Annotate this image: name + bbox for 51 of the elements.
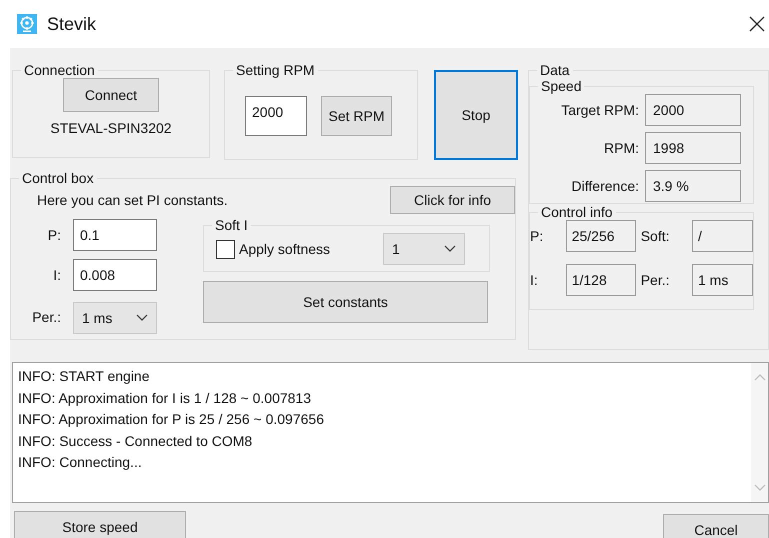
log-line: INFO: Approximation for I is 1 / 128 ~ 0.007813 <box>18 388 312 408</box>
set-rpm-button[interactable]: Set RPM <box>321 96 392 136</box>
group-title: Control box <box>21 170 95 186</box>
readout-value: 25/256 <box>566 220 636 252</box>
group-title: Connection <box>23 62 96 78</box>
readout-value: 1 ms <box>692 264 753 296</box>
field-label: I: <box>52 267 62 283</box>
field-label: Per.: <box>31 308 62 324</box>
input-field[interactable]: 0.1 <box>73 219 157 251</box>
connect-button[interactable]: Connect <box>63 78 159 112</box>
readout-label: Per.: <box>640 272 671 288</box>
group-title: Setting RPM <box>235 62 316 78</box>
readout-value: 3.9 % <box>645 170 741 202</box>
readout-label: I: <box>530 272 539 288</box>
dialog-button[interactable]: Store speed <box>14 511 186 538</box>
apply-softness-checkbox[interactable]: Apply softness <box>216 240 330 258</box>
group-title: Soft I <box>214 217 249 233</box>
chevron-down-icon <box>444 245 456 253</box>
set-constants-button[interactable]: Set constants <box>203 281 488 323</box>
scroll-down-icon[interactable] <box>754 484 766 492</box>
group-title: Data <box>539 62 571 78</box>
window-title: Stevik <box>47 14 98 34</box>
close-icon[interactable] <box>749 16 765 32</box>
readout-value: / <box>692 220 753 252</box>
field-label: P: <box>46 227 62 243</box>
readout-value: 2000 <box>645 94 741 126</box>
readout-label: Difference: <box>572 178 639 194</box>
info-button[interactable]: Click for info <box>390 186 515 214</box>
app-icon <box>17 14 37 34</box>
log-line: INFO: Connecting... <box>18 453 143 472</box>
readout-value: 1/128 <box>566 264 636 296</box>
chevron-down-icon <box>136 314 148 322</box>
rpm-field[interactable]: 2000 <box>245 96 307 136</box>
period-dropdown[interactable]: 1 ms <box>73 302 157 334</box>
group-title: Control info <box>540 204 614 220</box>
device-name: STEVAL-SPIN3202 <box>50 120 172 136</box>
scroll-up-icon[interactable] <box>754 373 766 381</box>
readout-value: 1998 <box>645 132 741 164</box>
readout-label: RPM: <box>604 140 639 156</box>
group-title: Speed <box>540 78 582 94</box>
input-field[interactable]: 0.008 <box>73 259 157 291</box>
dialog-button[interactable]: Cancel <box>663 514 769 538</box>
stop-button[interactable]: Stop <box>434 70 518 160</box>
hint-text: Here you can set PI constants. <box>37 192 228 208</box>
readout-label: P: <box>530 228 544 244</box>
log-line: INFO: Approximation for P is 25 / 256 ~ 0.097656 <box>18 410 325 429</box>
log-line: INFO: START engine <box>18 367 150 386</box>
readout-label: Soft: <box>640 228 671 244</box>
softness-dropdown[interactable]: 1 <box>383 233 465 265</box>
readout-label: Target RPM: <box>561 102 639 118</box>
log-line: INFO: Success - Connected to COM8 <box>18 432 254 450</box>
